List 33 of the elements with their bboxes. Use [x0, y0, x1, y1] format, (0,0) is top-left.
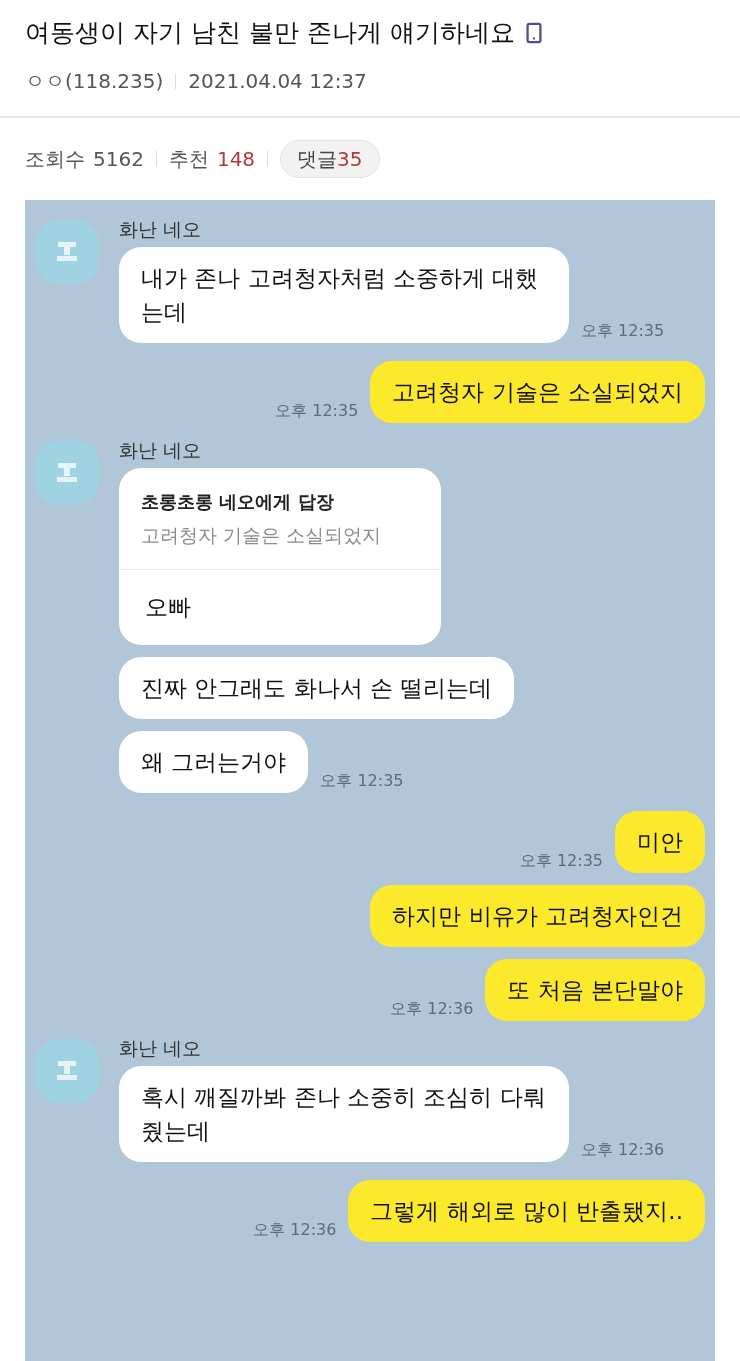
sender-name: 화난 네오 — [119, 440, 203, 460]
avatar — [35, 440, 99, 505]
message-bubble: 내가 존나 고려청자처럼 소중하게 대했는데 — [119, 246, 569, 343]
message-time: 오후 12:35 — [275, 402, 359, 422]
reply-target: 초롱초롱 네오에게 답장 — [141, 489, 335, 514]
message-time: 오후 12:36 — [581, 1141, 665, 1161]
recommend-label: 추천 — [168, 145, 209, 173]
message-bubble: 미안 — [615, 810, 705, 873]
views-count: 5162 — [93, 145, 144, 173]
sender-name: 화난 네오 — [119, 219, 203, 239]
message-time: 오후 12:36 — [390, 1000, 474, 1020]
message-bubble: 왜 그러는거야 — [119, 730, 309, 793]
message-time: 오후 12:35 — [581, 322, 665, 342]
message-bubble: 하지만 비유가 고려청자인건 — [370, 884, 705, 947]
message-time: 오후 12:35 — [320, 772, 404, 792]
views-label: 조회수 — [25, 145, 85, 173]
recommend-count: 148 — [216, 145, 256, 173]
sender-name: 화난 네오 — [119, 1038, 203, 1058]
message-text: 오빠 — [144, 593, 192, 622]
message-time: 오후 12:36 — [253, 1221, 337, 1241]
message-time: 오후 12:35 — [519, 852, 603, 872]
message-bubble: 고려청자 기술은 소실되었지 — [370, 360, 705, 423]
message-bubble: 진짜 안그래도 화나서 손 떨리는데 — [119, 656, 515, 719]
message-bubble: 혹시 깨질까봐 존나 소중히 조심히 다뤄줬는데 — [119, 1065, 569, 1162]
message-bubble: 그렇게 해외로 많이 반출됐지.. — [348, 1179, 705, 1242]
avatar — [35, 219, 99, 284]
message-bubble: 또 처음 본단말야 — [485, 958, 705, 1021]
quoted-text: 고려청자 기술은 소실되었지 — [141, 522, 383, 548]
post-date: 2021.04.04 12:37 — [188, 67, 367, 95]
comments-button[interactable]: 댓글35 — [280, 139, 380, 178]
author: ㅇㅇ(118.235) — [25, 67, 164, 95]
avatar — [35, 1038, 99, 1103]
post-title: 여동생이 자기 남친 불만 존나게 얘기하네요 — [25, 17, 515, 49]
